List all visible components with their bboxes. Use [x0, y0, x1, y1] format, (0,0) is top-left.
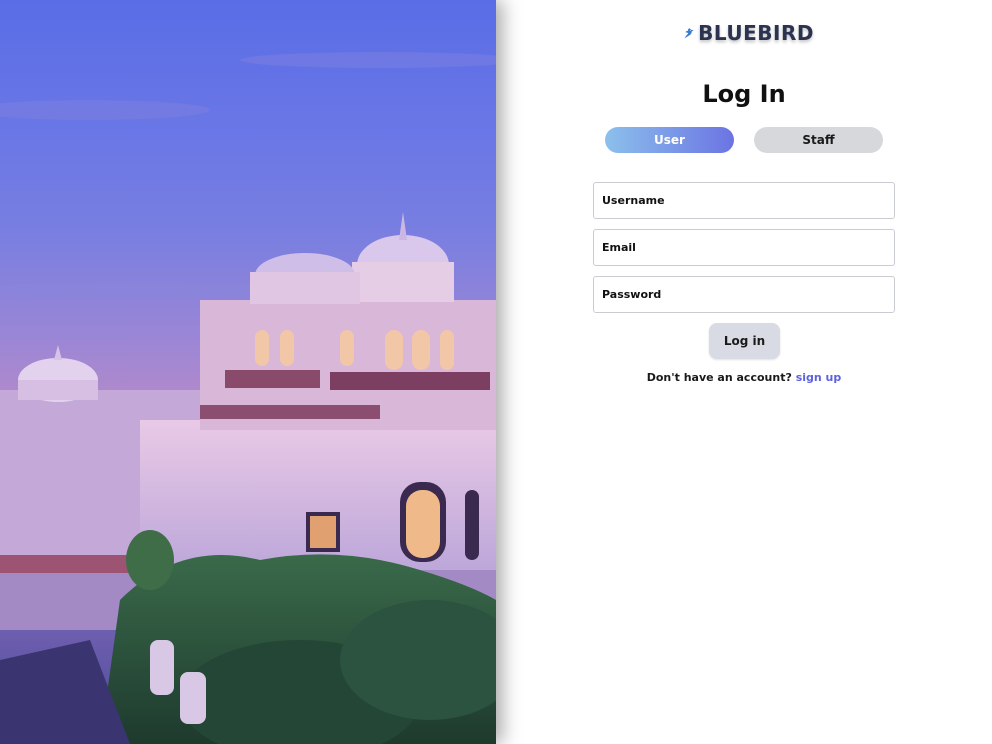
username-field-wrapper [593, 182, 895, 219]
brand-name: BLUEBIRD [698, 21, 814, 45]
page-title: Log In [702, 80, 786, 108]
signup-prompt-line: Don't have an account? sign up [600, 371, 888, 384]
bluebird-icon [684, 28, 694, 39]
password-field[interactable] [594, 277, 894, 312]
palace-illustration [0, 52, 496, 744]
login-button[interactable]: Log in [709, 323, 780, 359]
tab-user[interactable]: User [605, 127, 734, 153]
username-field[interactable] [594, 183, 894, 218]
password-field-wrapper [593, 276, 895, 313]
email-field-wrapper [593, 229, 895, 266]
tab-staff[interactable]: Staff [754, 127, 883, 153]
email-field[interactable] [594, 230, 894, 265]
brand-logo: BLUEBIRD [684, 12, 814, 54]
signup-link[interactable]: sign up [796, 371, 842, 384]
signup-prompt: Don't have an account? [646, 371, 792, 384]
hero-image [0, 0, 496, 744]
